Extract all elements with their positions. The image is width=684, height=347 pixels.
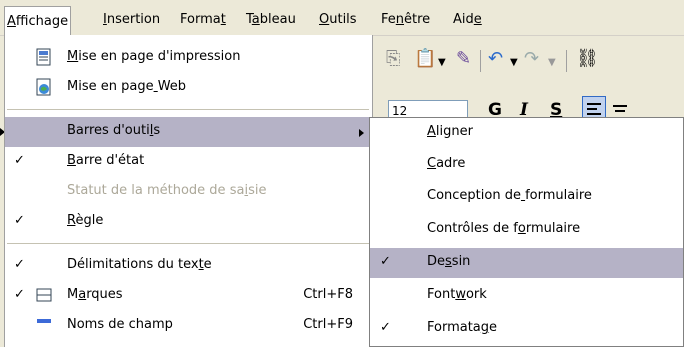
view-menu: Mise en page d'impression Mise en page We…	[4, 35, 373, 347]
menu-aide[interactable]: Aide	[453, 10, 482, 30]
submenu-item-label: Conception de formulaire	[427, 188, 592, 203]
submenu-item-label: Dessin	[427, 254, 471, 269]
menu-item-label: Mise en page Web	[67, 79, 187, 94]
field-names-icon	[35, 316, 53, 334]
submenu-item-label: Cadre	[427, 156, 466, 171]
toolbar-area: ⎘ 📋 ▼ ✎ ↶ ▼ ↷ ▼ ⛓ 12 G I S	[370, 36, 684, 120]
submenu-item-aligner[interactable]: Aligner	[370, 118, 683, 148]
menu-item-label: Marques	[67, 287, 123, 302]
web-layout-icon	[35, 78, 53, 96]
submenu-arrow-icon	[359, 129, 364, 137]
menu-format[interactable]: Format	[180, 10, 226, 30]
menu-separator	[7, 243, 369, 244]
menu-fenetre[interactable]: Fenêtre	[381, 10, 430, 30]
menu-separator	[7, 109, 369, 110]
undo-icon[interactable]: ↶	[488, 50, 503, 68]
menu-item-barres-d-outils[interactable]: Barres d'outils	[5, 117, 371, 147]
menu-item-label: Barre d'état	[67, 153, 145, 168]
submenu-item-label: Fontwork	[427, 287, 487, 302]
submenu-item-controles-de-formulaire[interactable]: Contrôles de formulaire	[370, 215, 683, 245]
menu-item-label: Noms de champ	[67, 317, 173, 332]
submenu-item-label: Formatage	[427, 320, 498, 335]
submenu-item-cadre[interactable]: Cadre	[370, 150, 683, 180]
menu-item-marques[interactable]: ✓ Marques Ctrl+F8	[5, 281, 371, 311]
hyperlink-icon[interactable]: ⛓	[576, 50, 599, 68]
menu-item-mise-en-page-d-impression[interactable]: Mise en page d'impression	[5, 43, 371, 73]
toolbar-separator	[566, 50, 567, 72]
toolbars-submenu: Aligner Cadre Conception de formulaire Cont…	[369, 117, 684, 347]
menu-insertion[interactable]: Insertion	[103, 10, 160, 30]
menu-item-shortcut: Ctrl+F9	[303, 317, 353, 332]
checkmark-icon: ✓	[14, 257, 25, 272]
menu-item-shortcut: Ctrl+F8	[303, 287, 353, 302]
menu-item-statut-de-la-methode-de-saisie: Statut de la méthode de saisie	[5, 177, 371, 207]
submenu-item-dessin[interactable]: ✓ Dessin	[370, 248, 683, 278]
paste-icon[interactable]: 📋	[414, 50, 436, 68]
submenu-item-conception-de-formulaire[interactable]: Conception de formulaire	[370, 182, 683, 212]
menu-bar: Affichage Insertion Format Tableau Outils Fen…	[0, 0, 684, 36]
checkmark-icon: ✓	[14, 153, 25, 168]
menu-item-mise-en-page-web[interactable]: Mise en page Web	[5, 73, 371, 103]
clone-formatting-icon[interactable]: ✎	[456, 50, 471, 68]
checkmark-icon: ✓	[14, 287, 25, 302]
align-left-icon	[587, 103, 601, 115]
menu-item-label: Barres d'outils	[67, 123, 161, 138]
copy-icon[interactable]: ⎘	[386, 50, 400, 68]
submenu-item-label: Aligner	[427, 124, 473, 139]
paste-dropdown-icon[interactable]: ▼	[438, 54, 446, 72]
menu-item-label: Délimitations du texte	[67, 257, 212, 272]
undo-dropdown-icon[interactable]: ▼	[510, 54, 518, 72]
print-layout-icon	[35, 48, 53, 66]
menu-affichage[interactable]: Affichage	[4, 6, 72, 36]
fields-marks-icon	[35, 286, 53, 304]
redo-dropdown-icon[interactable]: ▼	[548, 54, 556, 72]
toolbar-separator	[480, 50, 481, 72]
menu-item-label: Statut de la méthode de saisie	[67, 183, 267, 198]
submenu-item-label: Contrôles de formulaire	[427, 221, 581, 236]
checkmark-icon: ✓	[380, 320, 391, 335]
checkmark-icon: ✓	[14, 213, 25, 228]
submenu-item-formatage[interactable]: ✓ Formatage	[370, 314, 683, 344]
menu-item-delimitations-du-texte[interactable]: ✓ Délimitations du texte	[5, 251, 371, 281]
menu-outils[interactable]: Outils	[319, 10, 357, 30]
checkmark-icon: ✓	[380, 254, 391, 269]
font-size-value: 12	[392, 104, 408, 118]
menu-item-regle[interactable]: ✓ Règle	[5, 207, 371, 237]
menu-item-label: Mise en page d'impression	[67, 49, 241, 64]
redo-icon[interactable]: ↷	[524, 50, 539, 68]
menu-item-noms-de-champ[interactable]: Noms de champ Ctrl+F9	[5, 311, 371, 341]
menu-tableau[interactable]: Tableau	[246, 10, 296, 30]
menu-item-label: Règle	[67, 213, 104, 228]
menu-item-barre-d-etat[interactable]: ✓ Barre d'état	[5, 147, 371, 177]
submenu-item-fontwork[interactable]: Fontwork	[370, 281, 683, 311]
